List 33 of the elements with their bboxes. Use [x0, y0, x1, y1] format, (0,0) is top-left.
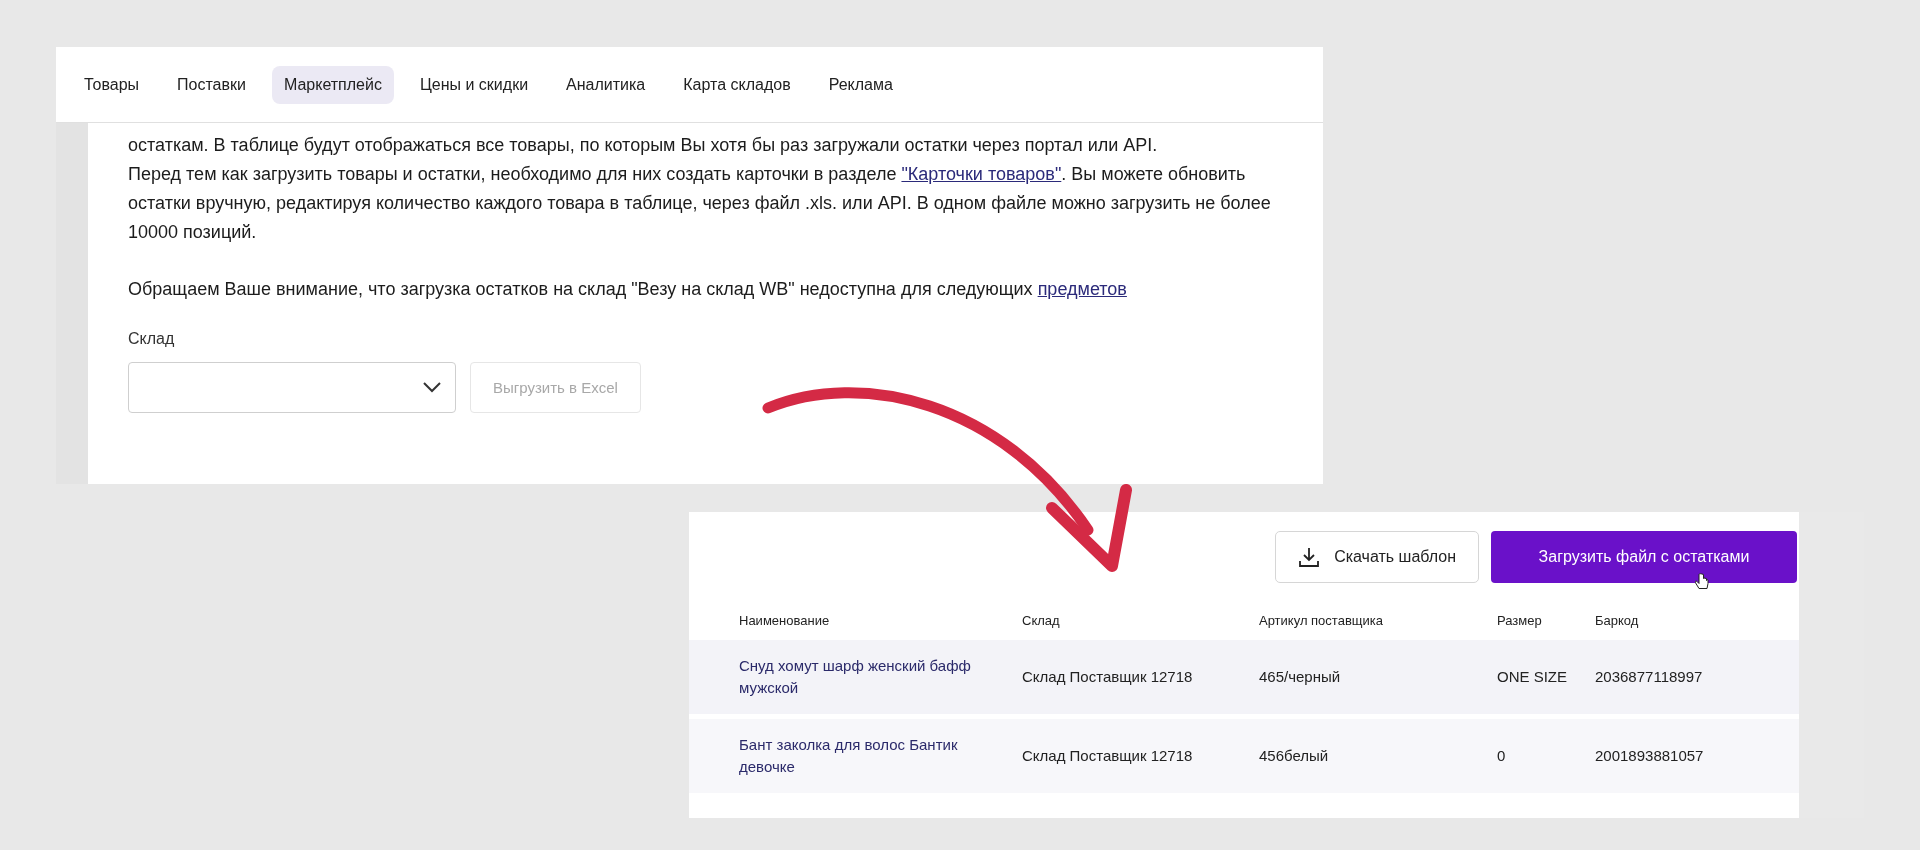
table-cell: 2001893881057 [1595, 719, 1799, 793]
chevron-down-icon [423, 382, 441, 393]
nav-tab[interactable]: Маркетплейс [271, 65, 394, 104]
notice-link[interactable]: предметов [1037, 279, 1127, 299]
column-header: Баркод [1595, 613, 1640, 630]
column-header: Размер [1497, 613, 1543, 630]
product-name-link[interactable]: Бант заколка для волос Бантик девочке [689, 719, 1022, 793]
table-cell: 465/черный [1259, 640, 1497, 714]
table-cell: 456белый [1259, 719, 1497, 793]
notice-paragraph: Перед тем как загрузить товары и остатки, необходимо для них создать карточки в разделе "Карточки товаров". Вы можете обновить остатки вручную, редактируя количество каждого товара в таблице, через файл .xls. или API. В одном файле можно загрузить не более 10000 позиций. [128, 163, 1272, 244]
table-cell: 0 [1497, 719, 1595, 793]
nav-tab[interactable]: Реклама [816, 65, 905, 104]
warehouse-select[interactable] [128, 362, 456, 413]
notice-paragraph: Обращаем Ваше внимание, что загрузка остатков на склад "Везу на склад WB" недоступна для следующих предметов [128, 278, 1128, 301]
table-cell: Склад Поставщик 12718 [1022, 719, 1259, 793]
nav-tab[interactable]: Цены и скидки [407, 65, 541, 104]
product-name-link[interactable]: Снуд хомут шарф женский бафф мужской [689, 640, 1022, 714]
hand-cursor-icon [1695, 573, 1709, 591]
table-cell: ONE SIZE [1497, 640, 1595, 714]
field-label: Склад [128, 330, 175, 348]
nav-tab[interactable]: Аналитика [554, 65, 658, 104]
column-header: Артикул поставщика [1259, 613, 1384, 630]
table-cell: Склад Поставщик 12718 [1022, 640, 1259, 714]
notice-paragraph: остаткам. В таблице будут отображаться все товары, по которым Вы хотя бы раз загружали остатки через портал или API. [128, 134, 1159, 157]
nav-tab[interactable]: Карта складов [671, 65, 803, 104]
download-template-button[interactable]: Скачать шаблон [1275, 531, 1479, 583]
notice-link[interactable]: "Карточки товаров" [901, 164, 1062, 184]
table-cell: 2036877118997 [1595, 640, 1799, 714]
column-header: Наименование [738, 613, 831, 630]
column-header: Склад [1022, 613, 1061, 630]
nav-tab[interactable]: Поставки [165, 65, 258, 104]
download-icon [1298, 546, 1321, 568]
nav-tab[interactable]: Товары [72, 65, 152, 104]
